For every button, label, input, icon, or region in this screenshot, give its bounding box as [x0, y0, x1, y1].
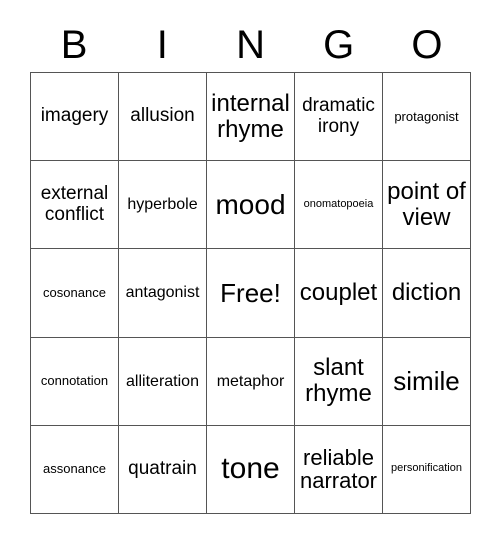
- bingo-cell-label: reliable narrator: [299, 444, 378, 494]
- bingo-header-letter-n: N: [236, 23, 265, 67]
- bingo-cell-label: protagonist: [394, 108, 459, 124]
- bingo-cell-g3[interactable]: couplet: [295, 249, 383, 338]
- bingo-cell-g5[interactable]: reliable narrator: [295, 425, 383, 514]
- bingo-cell-i5[interactable]: quatrain: [119, 425, 207, 514]
- bingo-cell-free-space[interactable]: Free!: [207, 249, 295, 338]
- bingo-header-letter-i: I: [156, 23, 168, 67]
- bingo-cell-label: personification: [391, 462, 462, 475]
- bingo-cell-g4[interactable]: slant rhyme: [295, 337, 383, 426]
- bingo-header-row: B I N G O: [30, 18, 471, 72]
- bingo-cell-label: internal rhyme: [211, 89, 290, 143]
- bingo-cell-n4[interactable]: metaphor: [207, 337, 295, 426]
- bingo-cell-o1[interactable]: protagonist: [383, 73, 471, 162]
- bingo-cell-b1[interactable]: imagery: [31, 73, 119, 162]
- bingo-cell-label: allusion: [130, 105, 195, 127]
- bingo-cell-label: hyperbole: [127, 196, 198, 214]
- bingo-cell-n2[interactable]: mood: [207, 161, 295, 250]
- bingo-cell-o3[interactable]: diction: [383, 249, 471, 338]
- bingo-cell-label: alliteration: [126, 372, 199, 390]
- bingo-cell-n5[interactable]: tone: [207, 425, 295, 514]
- bingo-cell-label: simile: [393, 366, 460, 397]
- bingo-cell-label: dramatic irony: [302, 95, 375, 137]
- bingo-header-letter-g: G: [323, 23, 355, 67]
- bingo-cell-label: onomatopoeia: [303, 197, 374, 210]
- bingo-header-letter-o: O: [411, 23, 443, 67]
- bingo-cell-label: imagery: [40, 105, 109, 127]
- bingo-cell-label: tone: [221, 452, 280, 486]
- bingo-cell-label: connotation: [40, 373, 109, 389]
- bingo-cell-label: antagonist: [125, 284, 200, 302]
- bingo-cell-label: metaphor: [216, 372, 285, 390]
- bingo-cell-b4[interactable]: connotation: [31, 337, 119, 426]
- bingo-cell-o4[interactable]: simile: [383, 337, 471, 426]
- bingo-cell-label: assonance: [43, 461, 106, 477]
- bingo-cell-o2[interactable]: point of view: [383, 161, 471, 250]
- bingo-cell-label: diction: [391, 279, 462, 307]
- bingo-cell-i3[interactable]: antagonist: [119, 249, 207, 338]
- bingo-header-letter-b: B: [60, 23, 88, 67]
- bingo-cell-g1[interactable]: dramatic irony: [295, 73, 383, 162]
- bingo-cell-n1[interactable]: internal rhyme: [207, 73, 295, 162]
- bingo-cell-label: couplet: [299, 279, 378, 307]
- bingo-cell-label: external conflict: [40, 183, 109, 225]
- bingo-cell-g2[interactable]: onomatopoeia: [295, 161, 383, 250]
- bingo-cell-label: Free!: [220, 277, 281, 308]
- bingo-cell-label: mood: [215, 188, 286, 220]
- bingo-card: B I N G O imagery allusion internal rhym…: [0, 0, 500, 544]
- bingo-cell-o5[interactable]: personification: [383, 425, 471, 514]
- bingo-cell-label: quatrain: [128, 458, 197, 480]
- bingo-cell-label: cosonance: [43, 284, 106, 300]
- bingo-grid: imagery allusion internal rhyme dramatic…: [30, 72, 471, 514]
- bingo-cell-b5[interactable]: assonance: [31, 425, 119, 514]
- bingo-cell-i1[interactable]: allusion: [119, 73, 207, 162]
- bingo-cell-b2[interactable]: external conflict: [31, 161, 119, 250]
- bingo-cell-label: point of view: [387, 177, 466, 231]
- bingo-cell-label: slant rhyme: [305, 354, 372, 408]
- bingo-cell-i2[interactable]: hyperbole: [119, 161, 207, 250]
- bingo-cell-i4[interactable]: alliteration: [119, 337, 207, 426]
- bingo-cell-b3[interactable]: cosonance: [31, 249, 119, 338]
